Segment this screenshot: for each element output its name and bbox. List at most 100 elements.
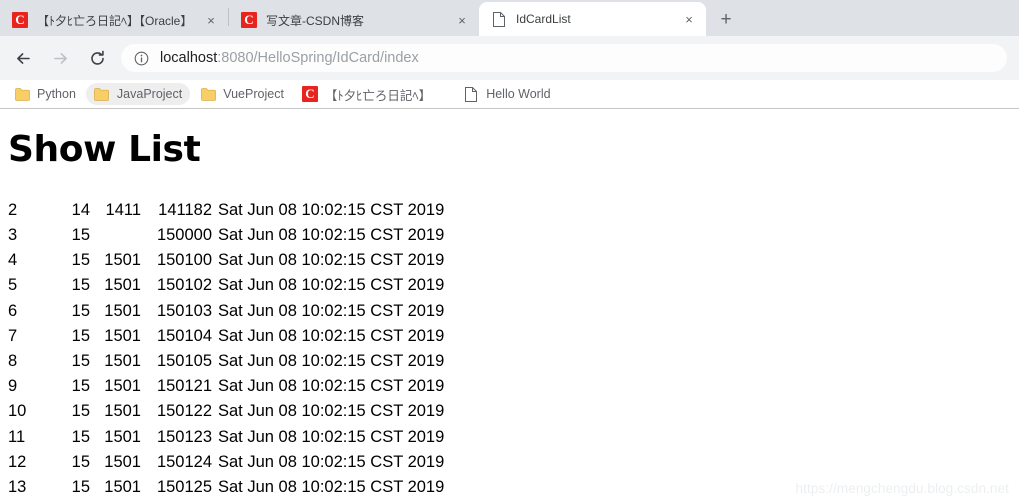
bookmark-javaproject[interactable]: JavaProject bbox=[85, 83, 191, 105]
tab-close-icon[interactable]: × bbox=[451, 9, 473, 31]
table-row: 2 14 1411 141182 Sat Jun 08 10:02:15 CST 201… bbox=[8, 198, 444, 223]
cell-date: Sat Jun 08 10:02:15 CST 2019 bbox=[218, 251, 445, 270]
folder-icon bbox=[200, 86, 216, 102]
cell-c: 150125 bbox=[156, 478, 212, 497]
cell-date: Sat Jun 08 10:02:15 CST 2019 bbox=[218, 200, 445, 219]
cell-c: 150000 bbox=[156, 226, 212, 244]
cell-c: 150122 bbox=[156, 402, 212, 421]
cell-id: 5 bbox=[8, 276, 18, 295]
cell-a: 15 bbox=[71, 251, 90, 270]
cell-a: 15 bbox=[71, 276, 90, 295]
browser-window: C 【ﾄ夕ﾋ亡ろ日記ﾍ】【Oracle】 × C 写文章-CSDN博客 × Id… bbox=[0, 0, 1019, 504]
page-title: Show List bbox=[8, 129, 201, 170]
cell-b: 1502 bbox=[90, 500, 141, 504]
cell-b: 1501 bbox=[104, 402, 141, 421]
table-row: 7 15 1501 150104 Sat Jun 08 10:02:15 CST 201… bbox=[8, 324, 444, 349]
cell-id: 7 bbox=[8, 326, 18, 345]
cell-date: Sat Jun 08 10:02:15 CST 2019 bbox=[218, 402, 445, 421]
cell-id: 6 bbox=[8, 301, 18, 320]
cell-date: Sat Jun 08 10:02:15 CST 2019 bbox=[218, 226, 445, 244]
tab-csdn-diary[interactable]: C 【ﾄ夕ﾋ亡ろ日記ﾍ】【Oracle】 × bbox=[0, 4, 228, 36]
bookmark-csdn-diary[interactable]: C 【ﾄ夕ﾋ亡ろ日記ﾍ】 bbox=[294, 83, 439, 105]
table-row: 9 15 1501 150121 Sat Jun 08 10:02:15 CST 201… bbox=[8, 374, 444, 399]
tab-idcardlist[interactable]: IdCardList × bbox=[479, 2, 706, 36]
bookmark-label: Python bbox=[37, 87, 76, 101]
cell-date: Sat Jun 08 10:02:15 CST 2019 bbox=[218, 377, 445, 396]
idcard-table: 2 14 1411 141182 Sat Jun 08 10:02:15 CST 201… bbox=[8, 198, 444, 504]
cell-c: 150200 bbox=[141, 500, 212, 504]
reload-icon bbox=[90, 50, 104, 65]
page-info-icon[interactable] bbox=[133, 50, 149, 66]
cell-b: 1501 bbox=[104, 276, 141, 295]
cell-b: 1501 bbox=[104, 377, 141, 396]
cell-a: 15 bbox=[71, 326, 90, 345]
cell-id: 9 bbox=[8, 377, 18, 396]
cell-id: 13 bbox=[8, 478, 27, 497]
cell-date: Sat Jun 08 10:02:15 CST 2019 bbox=[218, 427, 445, 446]
cell-c: 150102 bbox=[156, 276, 212, 295]
new-tab-button[interactable]: + bbox=[712, 5, 740, 33]
cell-b: 1501 bbox=[104, 352, 141, 371]
table-body: 2 14 1411 141182 Sat Jun 08 10:02:15 CST 201… bbox=[8, 198, 444, 504]
cell-a: 15 bbox=[71, 377, 90, 396]
csdn-icon: C bbox=[12, 12, 28, 28]
cell-a: 15 bbox=[71, 402, 90, 421]
folder-icon bbox=[94, 86, 110, 102]
cell-id: 8 bbox=[8, 352, 18, 371]
bookmark-label: VueProject bbox=[223, 87, 284, 101]
tab-close-icon[interactable]: × bbox=[200, 9, 222, 31]
cell-a: 15 bbox=[71, 427, 90, 446]
tab-strip: C 【ﾄ夕ﾋ亡ろ日記ﾍ】【Oracle】 × C 写文章-CSDN博客 × Id… bbox=[0, 0, 1019, 36]
bookmark-vueproject[interactable]: VueProject bbox=[192, 83, 292, 105]
cell-date: Sat Jun 08 10:02:15 CST 2019 bbox=[218, 326, 445, 345]
page-content: Show List 2 14 1411 141182 Sat Jun 08 10:02:… bbox=[0, 109, 1019, 504]
forward-button[interactable] bbox=[45, 43, 75, 73]
cell-b bbox=[90, 223, 141, 248]
tab-title: 【ﾄ夕ﾋ亡ろ日記ﾍ】【Oracle】 bbox=[37, 13, 193, 28]
cell-b: 1501 bbox=[104, 427, 141, 446]
bookmark-python[interactable]: Python bbox=[6, 83, 84, 105]
bookmark-label: Hello World bbox=[486, 87, 551, 101]
cell-date: Sat Jun 08 10:02:15 CST 2019 bbox=[218, 352, 445, 371]
cell-b: 1501 bbox=[104, 251, 141, 270]
csdn-icon: C bbox=[301, 86, 318, 102]
tab-csdn-write[interactable]: C 写文章-CSDN博客 × bbox=[229, 4, 479, 36]
table-row: 8 15 1501 150105 Sat Jun 08 10:02:15 CST 201… bbox=[8, 349, 444, 374]
browser-toolbar: localhost:8080/HelloSpring/IdCard/index bbox=[0, 36, 1019, 80]
cell-a: 15 bbox=[71, 352, 90, 371]
table-row: 12 15 1501 150124 Sat Jun 08 10:02:15 CST 20… bbox=[8, 450, 444, 475]
cell-a: 15 bbox=[71, 226, 90, 244]
bookmark-label: JavaProject bbox=[116, 87, 183, 101]
cell-id: 10 bbox=[8, 402, 27, 421]
table-row: 10 15 1501 150122 Sat Jun 08 10:02:15 CST 20… bbox=[8, 399, 444, 424]
reload-button[interactable] bbox=[82, 43, 112, 73]
cell-date: Sat Jun 08 10:02:15 CST 2019 bbox=[212, 500, 444, 504]
tab-close-icon[interactable]: × bbox=[678, 8, 700, 30]
cell-b: 1501 bbox=[104, 478, 141, 497]
cell-date: Sat Jun 08 10:02:15 CST 2019 bbox=[218, 276, 445, 295]
url-host: localhost bbox=[160, 50, 218, 66]
bookmark-hello-world[interactable]: Hello World bbox=[455, 83, 558, 105]
document-icon bbox=[491, 11, 507, 27]
bookmark-label: 【ﾄ夕ﾋ亡ろ日記ﾍ】 bbox=[324, 88, 432, 103]
cell-date: Sat Jun 08 10:02:15 CST 2019 bbox=[218, 301, 445, 320]
table-row: 4 15 1501 150100 Sat Jun 08 10:02:15 CST 201… bbox=[8, 248, 444, 273]
address-bar-url: localhost:8080/HelloSpring/IdCard/index bbox=[160, 50, 419, 66]
cell-b: 1501 bbox=[104, 452, 141, 471]
cell-c: 150121 bbox=[156, 377, 212, 396]
cell-id: 3 bbox=[8, 226, 18, 244]
cell-id: 12 bbox=[8, 452, 27, 471]
cell-c: 150105 bbox=[156, 352, 212, 371]
cell-id: 2 bbox=[8, 200, 18, 219]
tab-title: 写文章-CSDN博客 bbox=[266, 13, 364, 28]
cell-b: 1411 bbox=[105, 200, 141, 219]
back-button[interactable] bbox=[8, 43, 38, 73]
forward-arrow-icon bbox=[53, 52, 67, 64]
cell-id: 14 bbox=[8, 500, 64, 504]
table-row: 5 15 1501 150102 Sat Jun 08 10:02:15 CST 201… bbox=[8, 273, 444, 298]
cell-c: 150100 bbox=[156, 251, 212, 270]
table-row: 13 15 1501 150125 Sat Jun 08 10:02:15 CST 20… bbox=[8, 475, 444, 500]
table-row: 14151502150200Sat Jun 08 10:02:15 CST 20… bbox=[8, 500, 444, 504]
folder-icon bbox=[14, 86, 30, 102]
address-bar[interactable]: localhost:8080/HelloSpring/IdCard/index bbox=[121, 44, 1007, 72]
